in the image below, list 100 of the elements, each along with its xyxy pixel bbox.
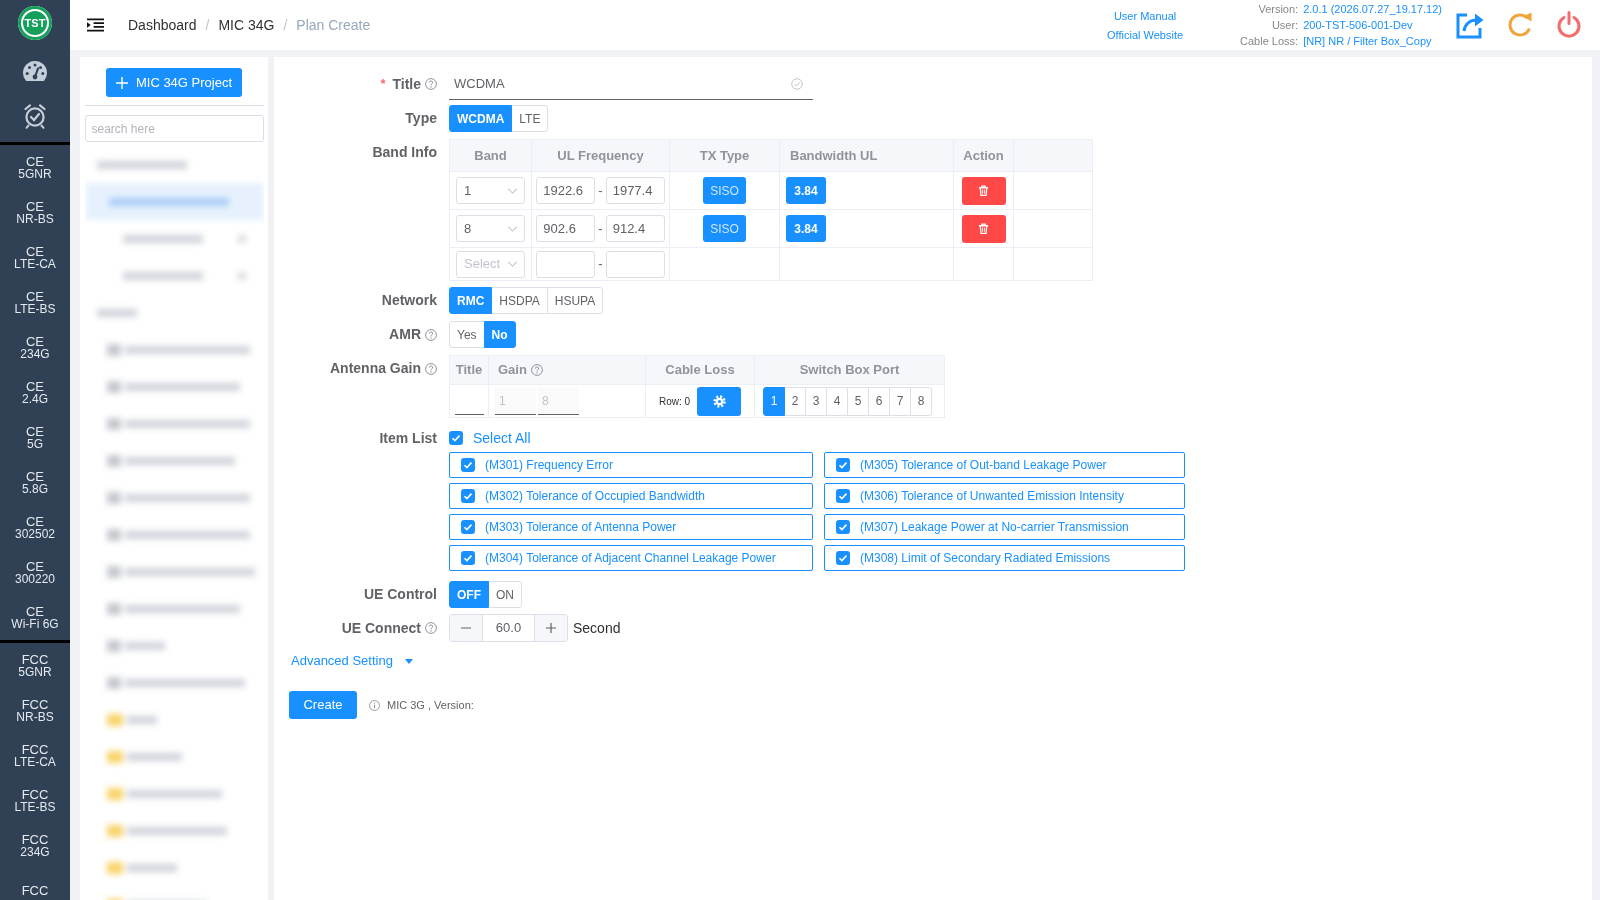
bandwidth-button[interactable]: 3.84 [786, 177, 826, 204]
breadcrumb-link[interactable]: Dashboard [128, 14, 197, 36]
port-button[interactable]: 7 [889, 386, 911, 416]
info-label: Version: [1257, 2, 1299, 17]
option-button[interactable]: No [483, 321, 516, 348]
nav-item[interactable]: FCC [0, 868, 70, 900]
info-value: 200-TST-506-001-Dev [1303, 18, 1414, 33]
gain-input[interactable]: 8 [538, 387, 579, 415]
test-item-option[interactable]: (M307) Leakage Power at No-carrier Transmission [824, 514, 1185, 540]
nav-item[interactable]: CE Wi-Fi 6G [0, 595, 70, 640]
band-select[interactable]: 8 [456, 215, 525, 242]
search-field[interactable]: search here [84, 115, 264, 142]
option-button[interactable]: ON [488, 581, 522, 608]
nav-item[interactable]: CE 234G [0, 325, 70, 370]
checkbox[interactable] [836, 551, 850, 565]
range-separator: - [598, 181, 603, 200]
nav-item[interactable]: CE 302502 [0, 505, 70, 550]
header-link[interactable]: User Manual [1113, 8, 1177, 23]
checkbox[interactable] [836, 520, 850, 534]
nav-item[interactable]: CE LTE-CA [0, 235, 70, 280]
test-item-option[interactable]: (M304) Tolerance of Adjacent Channel Leakage Power [449, 545, 813, 571]
frequency-input[interactable] [605, 250, 665, 278]
checkbox[interactable] [836, 458, 850, 472]
nav-item[interactable]: CE 5G [0, 415, 70, 460]
info-icon [369, 699, 380, 711]
test-item-option[interactable]: (M303) Tolerance of Antenna Power [449, 514, 813, 540]
port-button[interactable]: 6 [868, 386, 890, 416]
nav-item[interactable]: CE NR-BS [0, 190, 70, 235]
column-header: UL Frequency [532, 140, 670, 172]
alarm-clock-icon[interactable] [23, 103, 47, 129]
test-item-option[interactable]: (M305) Tolerance of Out-band Leakage Power [824, 452, 1185, 478]
plus-icon [546, 623, 556, 633]
option-button[interactable]: RMC [449, 287, 493, 314]
port-button[interactable]: 3 [805, 386, 827, 416]
column-header: Title [450, 356, 489, 385]
decrement-button[interactable] [450, 615, 483, 641]
range-separator: - [598, 255, 603, 274]
range-separator: - [598, 219, 603, 238]
nav-item[interactable]: FCC LTE-BS [0, 778, 70, 823]
option-button[interactable]: HSDPA [491, 287, 548, 314]
option-button[interactable]: OFF [449, 581, 489, 608]
port-button[interactable]: 1 [763, 386, 785, 416]
nav-item[interactable]: FCC NR-BS [0, 688, 70, 733]
port-button[interactable]: 5 [847, 386, 869, 416]
nav-item[interactable]: CE 2.4G [0, 370, 70, 415]
port-button[interactable]: 4 [826, 386, 848, 416]
checkbox[interactable] [836, 489, 850, 503]
menu-icon[interactable] [87, 18, 104, 32]
title-input[interactable]: WCDMA [449, 68, 813, 100]
option-button[interactable]: HSUPA [546, 287, 604, 314]
field-label: Type [405, 109, 437, 128]
create-button[interactable]: Create [289, 691, 357, 719]
port-button[interactable]: 8 [910, 386, 932, 416]
unit-label: Second [573, 618, 621, 638]
test-item-option[interactable]: (M301) Frequency Error [449, 452, 813, 478]
nav-item[interactable]: CE LTE-BS [0, 280, 70, 325]
header-link[interactable]: Official Website [1107, 27, 1184, 42]
nav-item[interactable]: FCC 5GNR [0, 643, 70, 688]
port-button[interactable]: 2 [784, 386, 806, 416]
number-stepper[interactable]: 60.0 [449, 614, 568, 642]
chevron-down-icon [507, 261, 518, 267]
frequency-input[interactable]: 912.4 [605, 215, 665, 242]
checkbox[interactable] [449, 431, 463, 445]
checkbox[interactable] [461, 520, 475, 534]
select-all-option[interactable]: Select All [449, 429, 531, 447]
settings-button[interactable] [697, 386, 742, 416]
gauge-icon[interactable] [20, 60, 50, 82]
delete-button[interactable] [961, 176, 1006, 205]
test-item-option[interactable]: (M306) Tolerance of Unwanted Emission Intensity [824, 483, 1185, 509]
delete-button[interactable] [961, 214, 1006, 243]
advanced-setting-link[interactable]: Advanced Setting [291, 653, 413, 669]
field-label: UE Connect [341, 618, 421, 638]
breadcrumb-link[interactable]: MIC 34G [218, 14, 275, 36]
info-value: [NR] NR / Filter Box_Copy [1303, 34, 1433, 49]
info-label: User: [1270, 18, 1299, 33]
checkbox[interactable] [461, 551, 475, 565]
checkbox[interactable] [461, 489, 475, 503]
field-label: Item List [379, 428, 437, 448]
checkbox[interactable] [461, 458, 475, 472]
nav-item[interactable]: FCC 234G [0, 823, 70, 868]
nav-item[interactable]: CE 300220 [0, 550, 70, 595]
gain-input[interactable]: 1 [495, 387, 536, 415]
band-select[interactable]: 1 [456, 177, 525, 204]
test-item-option[interactable]: (M302) Tolerance of Occupied Bandwidth [449, 483, 813, 509]
test-item-option[interactable]: (M308) Limit of Secondary Radiated Emissions [824, 545, 1185, 571]
nav-item[interactable]: FCC LTE-CA [0, 733, 70, 778]
new-project-button[interactable]: MIC 34G Project [106, 68, 242, 97]
option-button[interactable]: LTE [511, 105, 549, 132]
option-button[interactable]: Yes [449, 321, 485, 348]
option-button[interactable]: WCDMA [449, 105, 513, 132]
frequency-input[interactable]: 1977.4 [605, 177, 665, 204]
nav-item[interactable]: CE 5GNR [0, 145, 70, 190]
frequency-input[interactable]: 1922.6 [536, 177, 596, 204]
bandwidth-button[interactable]: 3.84 [786, 215, 826, 242]
frequency-input[interactable]: 902.6 [536, 215, 596, 242]
increment-button[interactable] [534, 615, 567, 641]
frequency-input[interactable] [536, 250, 596, 278]
nav-item[interactable]: CE 5.8G [0, 460, 70, 505]
column-header: Action [954, 140, 1014, 172]
value-field[interactable]: 60.0 [483, 615, 534, 641]
